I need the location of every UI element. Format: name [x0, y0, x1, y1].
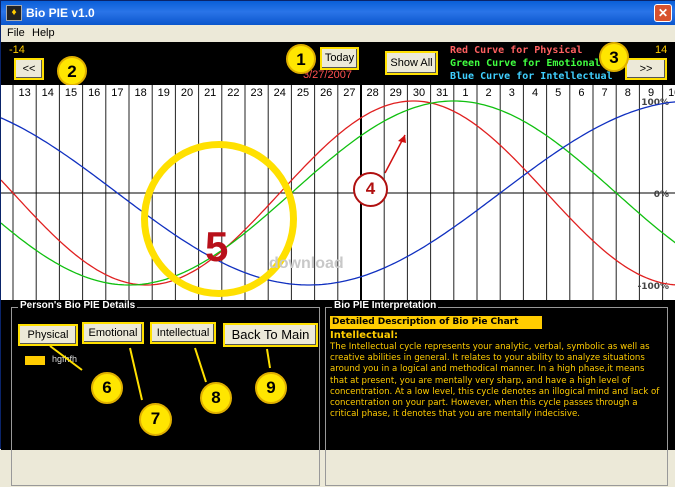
- interpretation-heading: Intellectual:: [330, 330, 399, 341]
- x-tick-label: 6: [578, 87, 584, 99]
- watermark: download: [269, 255, 344, 272]
- next-button[interactable]: >>: [625, 58, 667, 80]
- interpretation-title: Bio PIE Interpretation: [332, 300, 439, 311]
- legend-physical: Red Curve for Physical: [450, 45, 583, 56]
- x-tick-label: 25: [297, 87, 309, 99]
- callout-9: 9: [255, 372, 287, 404]
- biorhythm-chart: 13 14 15 16 17 18 19 20 21 22 23 24 25 26 27 28 29 30 31 1 2…: [1, 85, 675, 300]
- previous-button[interactable]: <<: [14, 58, 44, 80]
- callout-4: 4: [353, 172, 388, 207]
- callout-2: 2: [57, 56, 87, 86]
- window-title: Bio PIE v1.0: [26, 6, 95, 20]
- callout-5-circle: [141, 141, 297, 297]
- callout-3: 3: [599, 42, 629, 72]
- legend-intellectual: Blue Curve for Intellectual: [450, 71, 613, 82]
- right-limit-label: 14: [655, 44, 668, 56]
- callout-5: 5: [205, 223, 229, 270]
- interpretation-panel: Bio PIE Interpretation Detailed Descript…: [325, 300, 668, 486]
- x-tick-label: 1: [462, 87, 468, 99]
- interpretation-subtitle: Detailed Description of Bio Pie Chart: [330, 316, 542, 329]
- x-tick-label: 16: [88, 87, 100, 99]
- title-bar[interactable]: ♦ Bio PIE v1.0 ✕: [1, 1, 675, 25]
- close-button[interactable]: ✕: [654, 4, 672, 22]
- callout-8: 8: [200, 382, 232, 414]
- x-tick-label: 4: [532, 87, 538, 99]
- x-tick-label: 2: [486, 87, 492, 99]
- menu-file[interactable]: File: [7, 27, 25, 39]
- x-tick-label: 23: [250, 87, 262, 99]
- x-tick-label: 19: [158, 87, 170, 99]
- person-details-panel: Person's Bio PIE Details Physical Emotio…: [11, 300, 320, 486]
- x-tick-label: 13: [18, 87, 30, 99]
- x-tick-label: 17: [111, 87, 123, 99]
- callout-7: 7: [139, 403, 172, 436]
- left-limit-label: -14: [9, 44, 25, 56]
- x-tick-label: 7: [602, 87, 608, 99]
- x-tick-label: 29: [390, 87, 402, 99]
- app-icon: ♦: [6, 5, 22, 21]
- x-tick-label: 5: [555, 87, 561, 99]
- x-tick-label: 18: [134, 87, 146, 99]
- x-tick-label: 20: [181, 87, 193, 99]
- x-tick-label: 28: [366, 87, 378, 99]
- x-tick-label: 15: [65, 87, 77, 99]
- x-tick-label: 24: [274, 87, 286, 99]
- x-tick-label: 31: [436, 87, 448, 99]
- legend-emotional: Green Curve for Emotional: [450, 58, 601, 69]
- y-tick-label: 0%: [654, 190, 669, 200]
- callout-1: 1: [286, 44, 316, 74]
- callout-6: 6: [91, 372, 123, 404]
- x-tick-label: 10: [668, 87, 675, 99]
- x-tick-label: 14: [42, 87, 54, 99]
- x-tick-label: 8: [625, 87, 631, 99]
- current-date: 3/27/2007: [303, 69, 352, 81]
- today-button[interactable]: Today: [320, 47, 359, 70]
- x-tick-label: 26: [320, 87, 332, 99]
- main-panel: -14 14 << >> Today Show All 3/27/2007 Re…: [1, 42, 675, 486]
- menu-help[interactable]: Help: [32, 27, 55, 39]
- interpretation-text: The Intellectual cycle represents your a…: [330, 342, 660, 420]
- menu-bar: File Help: [1, 25, 675, 42]
- show-all-button[interactable]: Show All: [385, 51, 438, 75]
- x-tick-label: 3: [509, 87, 515, 99]
- app-window: ♦ Bio PIE v1.0 ✕ File Help -14 14 << >> …: [0, 0, 675, 486]
- x-tick-label: 21: [204, 87, 216, 99]
- callout-4-arrowhead: [398, 135, 406, 143]
- x-tick-label: 22: [227, 87, 239, 99]
- x-tick-label: 30: [413, 87, 425, 99]
- x-tick-label: 27: [343, 87, 355, 99]
